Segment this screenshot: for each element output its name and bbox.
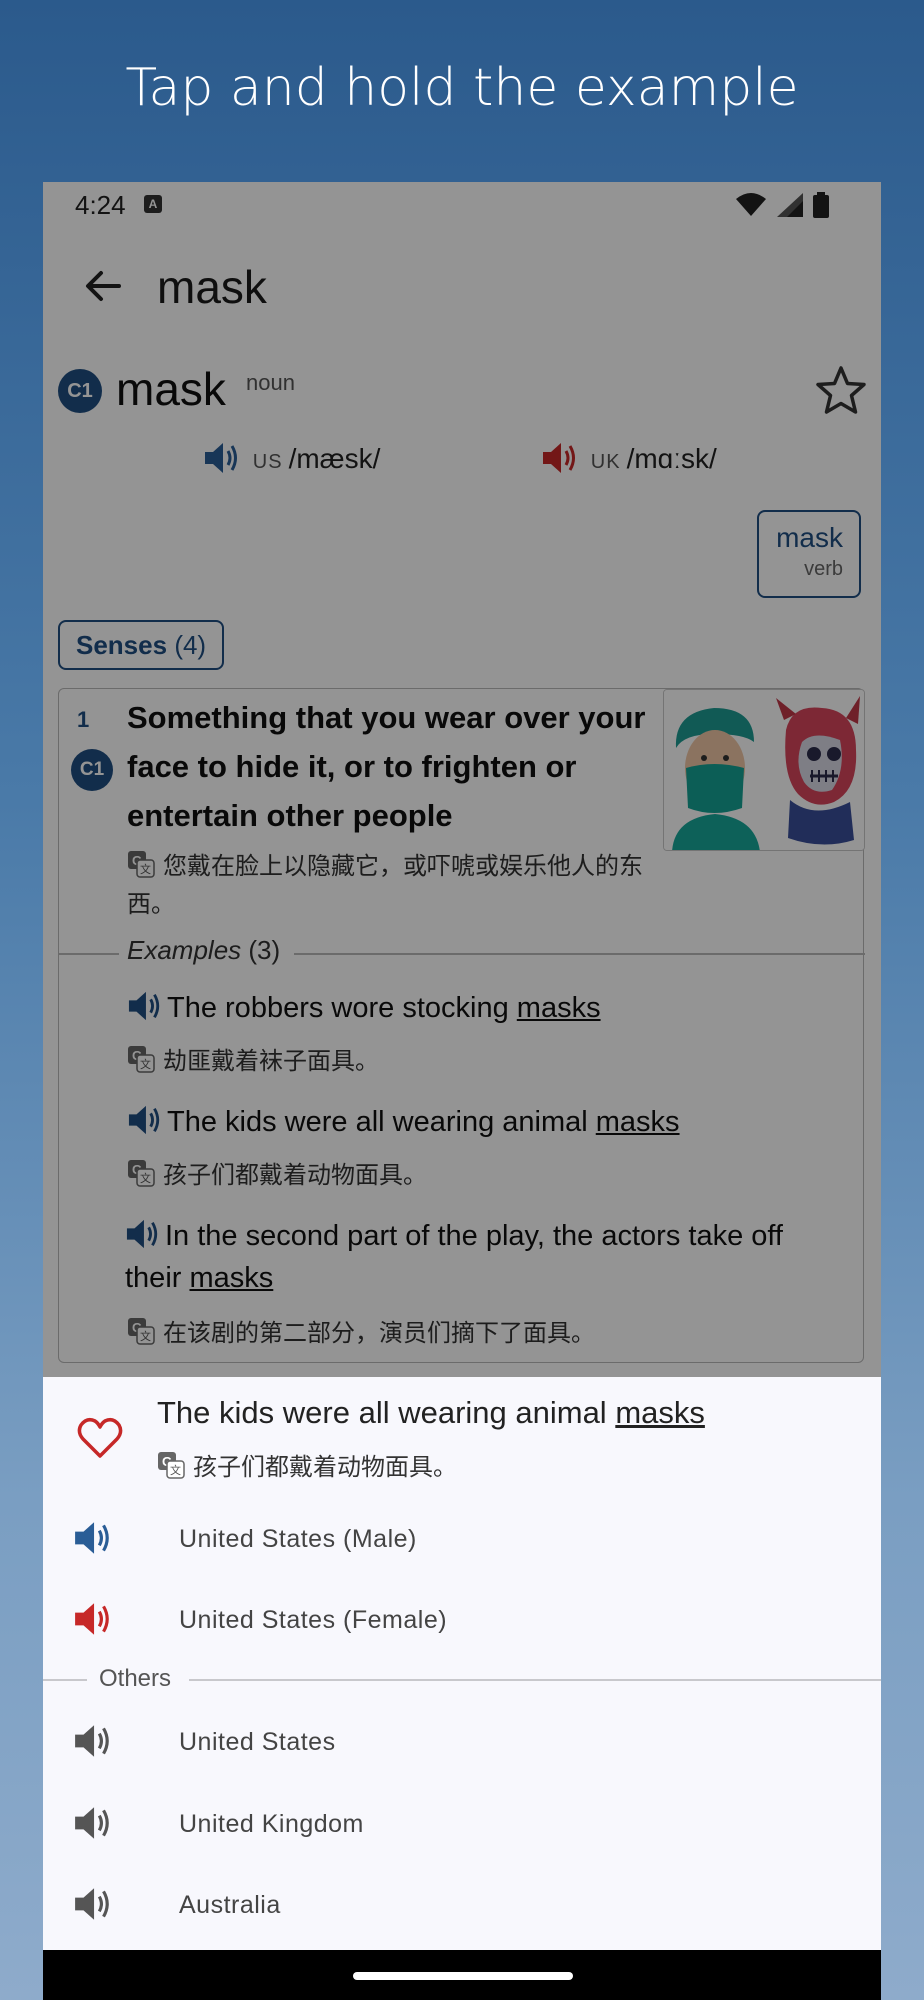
phone-screen: 4:24 A mask C1 mask noun US/mæsk/ UK/mɑː…	[43, 182, 881, 2000]
favorite-example-button[interactable]	[75, 1413, 125, 1463]
voice-label: United States	[179, 1728, 336, 1756]
banner-title: Tap and hold the example	[125, 58, 799, 118]
voice-option-us-female[interactable]: United States (Female)	[73, 1592, 853, 1648]
speaker-icon	[75, 1888, 109, 1920]
selected-example-sentence: The kids were all wearing animal masks	[157, 1395, 705, 1431]
selected-example-translation: G文孩子们都戴着动物面具。	[157, 1447, 457, 1482]
voice-option-australia[interactable]: Australia	[73, 1877, 853, 1933]
voice-option-united-states[interactable]: United States	[73, 1714, 853, 1770]
translate-icon: G文	[158, 1452, 185, 1479]
sentence-headword-link[interactable]: masks	[615, 1395, 705, 1430]
speaker-icon	[75, 1603, 109, 1635]
voice-option-us-male[interactable]: United States (Male)	[73, 1511, 853, 1567]
audio-bottom-sheet: The kids were all wearing animal masks G…	[43, 1377, 881, 1950]
voice-option-united-kingdom[interactable]: United Kingdom	[73, 1796, 853, 1852]
voice-label: United Kingdom	[179, 1810, 364, 1838]
voice-label: United States (Male)	[179, 1525, 417, 1553]
selected-translation-text: 孩子们都戴着动物面具。	[193, 1453, 457, 1481]
system-nav-bar	[43, 1950, 881, 2000]
modal-scrim[interactable]	[43, 182, 881, 1377]
speaker-icon	[75, 1725, 109, 1757]
voice-label: United States (Female)	[179, 1606, 448, 1634]
sentence-text: The kids were all wearing animal	[157, 1395, 616, 1430]
speaker-icon	[75, 1522, 109, 1554]
svg-text:文: 文	[170, 1463, 181, 1477]
speaker-icon	[75, 1807, 109, 1839]
heart-icon	[77, 1417, 123, 1458]
voice-label: Australia	[179, 1891, 281, 1919]
home-gesture-handle[interactable]	[353, 1972, 573, 1980]
others-label: Others	[87, 1665, 190, 1693]
